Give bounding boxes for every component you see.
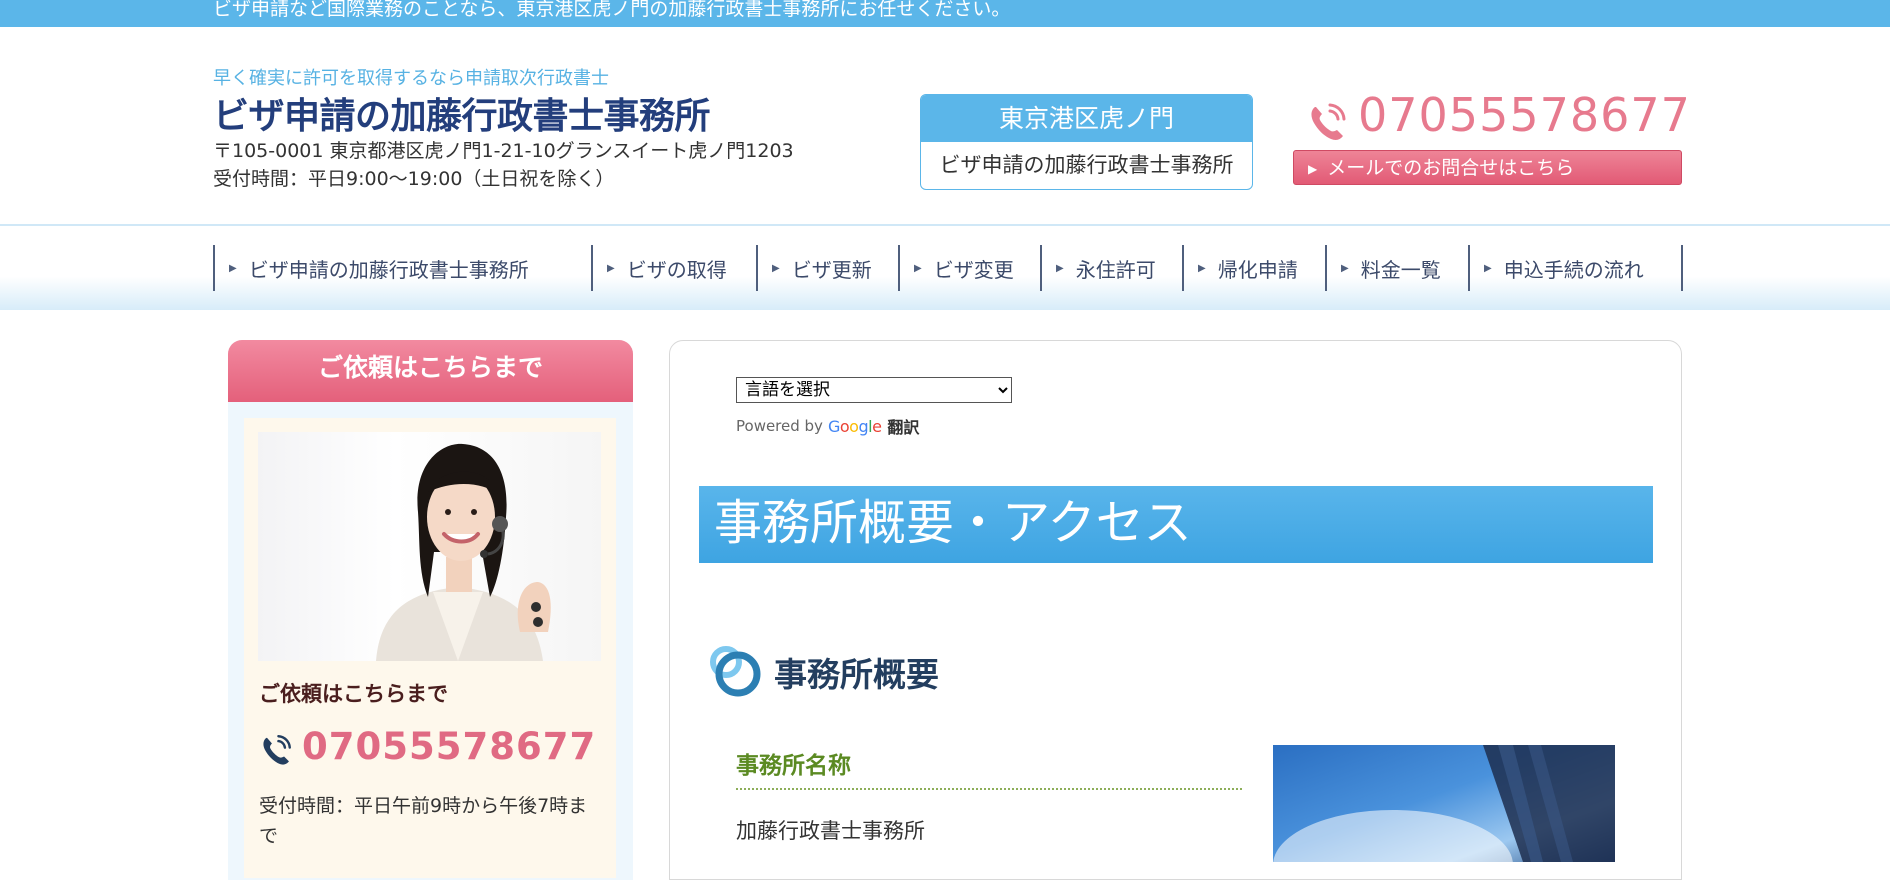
triangle-right-icon: ▶	[772, 262, 780, 274]
building-illustration	[1273, 745, 1615, 862]
office-address: 〒105-0001 東京都港区虎ノ門1-21-10グランスイート虎ノ門1203	[213, 140, 794, 162]
nav-item-label: 帰化申請	[1217, 257, 1298, 282]
nav-item-visa-change[interactable]: ▶ ビザ変更	[900, 245, 1042, 291]
main-nav: ▶ ビザ申請の加藤行政書士事務所 ▶ ビザの取得 ▶ ビザ更新 ▶ ビザ変更 ▶ 永住許可…	[213, 245, 1683, 291]
phone-icon	[1311, 103, 1346, 140]
triangle-right-icon: ▶	[1484, 262, 1492, 274]
nav-item-visa-renewal[interactable]: ▶ ビザ更新	[758, 245, 900, 291]
location-box-area: 東京港区虎ノ門	[921, 95, 1252, 142]
operator-illustration	[376, 443, 551, 661]
site-title[interactable]: ビザ申請の加藤行政書士事務所	[213, 87, 711, 139]
nav-item-label: 申込手続の流れ	[1503, 257, 1644, 282]
location-box: 東京港区虎ノ門 ビザ申請の加藤行政書士事務所	[920, 94, 1253, 190]
triangle-right-icon: ▶	[1198, 262, 1206, 274]
office-building-photo	[1273, 745, 1615, 862]
header-phone-number[interactable]: 07055578677	[1358, 88, 1691, 142]
phone-icon	[263, 735, 291, 765]
top-banner: ビザ申請など国際業務のことなら、東京港区虎ノ門の加藤行政書士事務所にお任せくださ…	[0, 0, 1890, 27]
sidebar-heading: ご依頼はこちらまで	[228, 340, 633, 402]
page-title: 事務所概要・アクセス	[699, 486, 1653, 563]
nav-item-label: ビザ変更	[933, 257, 1014, 282]
translate-text[interactable]: 翻訳	[887, 414, 919, 438]
nav-item-label: 永住許可	[1075, 257, 1156, 282]
top-banner-text: ビザ申請など国際業務のことなら、東京港区虎ノ門の加藤行政書士事務所にお任せくださ…	[213, 0, 1011, 20]
triangle-right-icon: ▶	[607, 262, 615, 274]
mail-contact-button[interactable]: ▶ メールでのお問合せはこちら	[1293, 150, 1682, 185]
nav-item-permanent-residence[interactable]: ▶ 永住許可	[1042, 245, 1184, 291]
triangle-right-icon: ▶	[229, 262, 237, 274]
nav-item-label: ビザ更新	[791, 257, 872, 282]
nav-item-visa-acquire[interactable]: ▶ ビザの取得	[593, 245, 758, 291]
google-logo[interactable]: Google	[828, 417, 882, 436]
office-hours: 受付時間：平日9:00～19:00（土日祝を除く）	[213, 168, 615, 190]
triangle-right-icon: ▶	[1056, 262, 1064, 274]
nav-item-naturalization[interactable]: ▶ 帰化申請	[1184, 245, 1327, 291]
office-name-label: 事務所名称	[736, 746, 1242, 790]
sidebar-hours: 受付時間：平日午前9時から午後7時まで	[259, 795, 588, 847]
sidebar-phone-number[interactable]: 07055578677	[302, 725, 596, 768]
location-box-office: ビザ申請の加藤行政書士事務所	[939, 153, 1234, 177]
nav-item-label: ビザの取得	[626, 257, 727, 282]
triangle-right-icon: ▶	[914, 262, 922, 274]
ring-icon	[710, 646, 761, 697]
operator-photo	[258, 432, 601, 661]
triangle-right-icon: ▶	[1308, 162, 1318, 176]
nav-item-home[interactable]: ▶ ビザ申請の加藤行政書士事務所	[215, 245, 593, 291]
nav-item-fees[interactable]: ▶ 料金一覧	[1327, 245, 1470, 291]
nav-item-label: 料金一覧	[1360, 257, 1441, 282]
sidebar-subheading: ご依頼はこちらまで	[259, 682, 448, 706]
section-title: 事務所概要	[774, 655, 939, 694]
powered-by-text: Powered by	[736, 417, 823, 435]
nav-item-label: ビザ申請の加藤行政書士事務所	[248, 257, 529, 282]
nav-item-procedure-flow[interactable]: ▶ 申込手続の流れ	[1470, 245, 1683, 291]
language-select[interactable]: 言語を選択	[736, 377, 1012, 403]
google-translate-credit: Powered by Google 翻訳	[736, 414, 919, 438]
office-name-value: 加藤行政書士事務所	[736, 819, 925, 843]
triangle-right-icon: ▶	[1341, 262, 1349, 274]
mail-contact-label: メールでのお問合せはこちら	[1327, 157, 1575, 179]
